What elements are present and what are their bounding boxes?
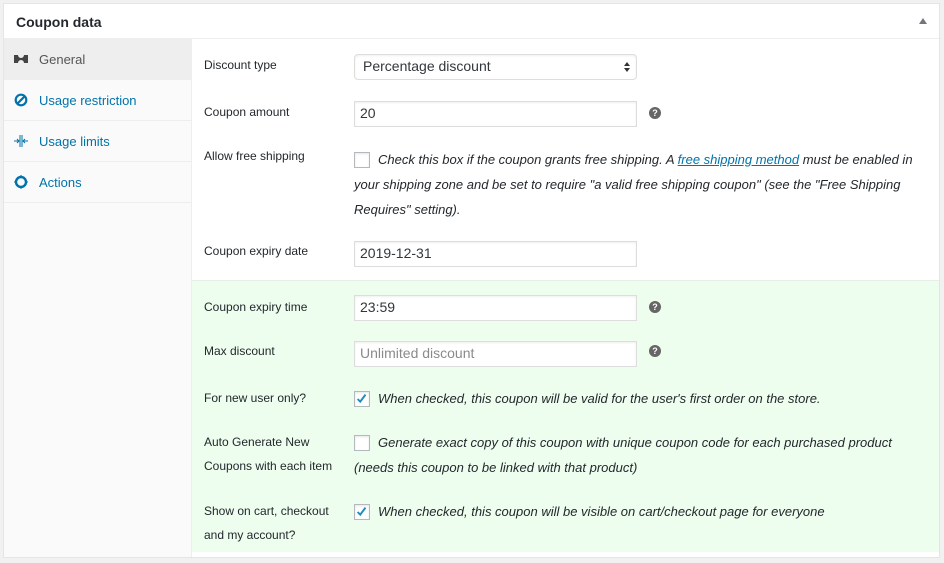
show-on-cart-label-line2: and my account?	[204, 528, 296, 542]
collapse-toggle-icon[interactable]	[919, 18, 927, 24]
show-on-cart-description: When checked, this coupon will be visibl…	[378, 504, 825, 519]
free-shipping-label: Allow free shipping	[204, 149, 305, 163]
tab-label: General	[39, 52, 86, 67]
metabox-title: Coupon data	[16, 14, 102, 30]
coupon-amount-label: Coupon amount	[204, 105, 290, 119]
tab-usage-restriction[interactable]: Usage restriction	[4, 80, 191, 121]
new-user-description: When checked, this coupon will be valid …	[378, 391, 821, 406]
expiry-date-value: 2019-12-31	[360, 245, 432, 261]
select-arrows-icon	[624, 62, 630, 72]
new-user-checkbox[interactable]	[354, 391, 370, 407]
tab-label: Usage limits	[39, 134, 110, 149]
new-user-label: For new user only?	[204, 391, 307, 405]
discount-type-value: Percentage discount	[363, 58, 491, 74]
auto-generate-note: (needs this coupon to be linked with tha…	[354, 460, 638, 475]
coupon-data-metabox: Coupon data General Usage restriction Us…	[3, 3, 940, 558]
desc-text: Check this box if the coupon grants free…	[378, 152, 678, 167]
auto-generate-description: Generate exact copy of this coupon with …	[378, 435, 892, 450]
expiry-time-label: Coupon expiry time	[204, 300, 308, 314]
general-panel: Discount type Percentage discount Coupon…	[192, 39, 939, 557]
expiry-date-label: Coupon expiry date	[204, 244, 309, 258]
block-icon	[14, 93, 28, 107]
auto-generate-label-line1: Auto Generate New	[204, 435, 310, 449]
gear-icon	[14, 175, 28, 189]
checkmark-icon	[356, 507, 367, 517]
show-on-cart-checkbox[interactable]	[354, 504, 370, 520]
help-icon[interactable]: ?	[649, 107, 661, 119]
tab-actions[interactable]: Actions	[4, 162, 191, 203]
coupon-tabs: General Usage restriction Usage limits A…	[4, 39, 192, 557]
coupon-amount-value: 20	[360, 105, 376, 121]
max-discount-input[interactable]: Unlimited discount	[354, 341, 637, 367]
checkmark-icon	[356, 394, 367, 404]
max-discount-placeholder: Unlimited discount	[360, 345, 475, 361]
auto-generate-label-line2: Coupons with each item	[204, 459, 333, 473]
tab-usage-limits[interactable]: Usage limits	[4, 121, 191, 162]
tab-label: Actions	[39, 175, 82, 190]
help-icon[interactable]: ?	[649, 301, 661, 313]
show-on-cart-label-line1: Show on cart, checkout	[204, 504, 329, 518]
help-icon[interactable]: ?	[649, 345, 661, 357]
free-shipping-method-link[interactable]: free shipping method	[678, 152, 799, 167]
tab-label: Usage restriction	[39, 93, 137, 108]
ticket-icon	[14, 55, 28, 63]
expiry-time-input[interactable]: 23:59	[354, 295, 637, 321]
expiry-date-input[interactable]: 2019-12-31	[354, 241, 637, 267]
discount-type-label: Discount type	[204, 58, 277, 72]
discount-type-select[interactable]: Percentage discount	[354, 54, 637, 80]
coupon-amount-input[interactable]: 20	[354, 101, 637, 127]
tab-general[interactable]: General	[4, 39, 191, 80]
free-shipping-description: Check this box if the coupon grants free…	[354, 147, 914, 222]
expiry-time-value: 23:59	[360, 299, 396, 315]
limits-icon	[14, 135, 28, 147]
metabox-header[interactable]: Coupon data	[4, 4, 939, 39]
max-discount-label: Max discount	[204, 344, 275, 358]
auto-generate-checkbox[interactable]	[354, 435, 370, 451]
